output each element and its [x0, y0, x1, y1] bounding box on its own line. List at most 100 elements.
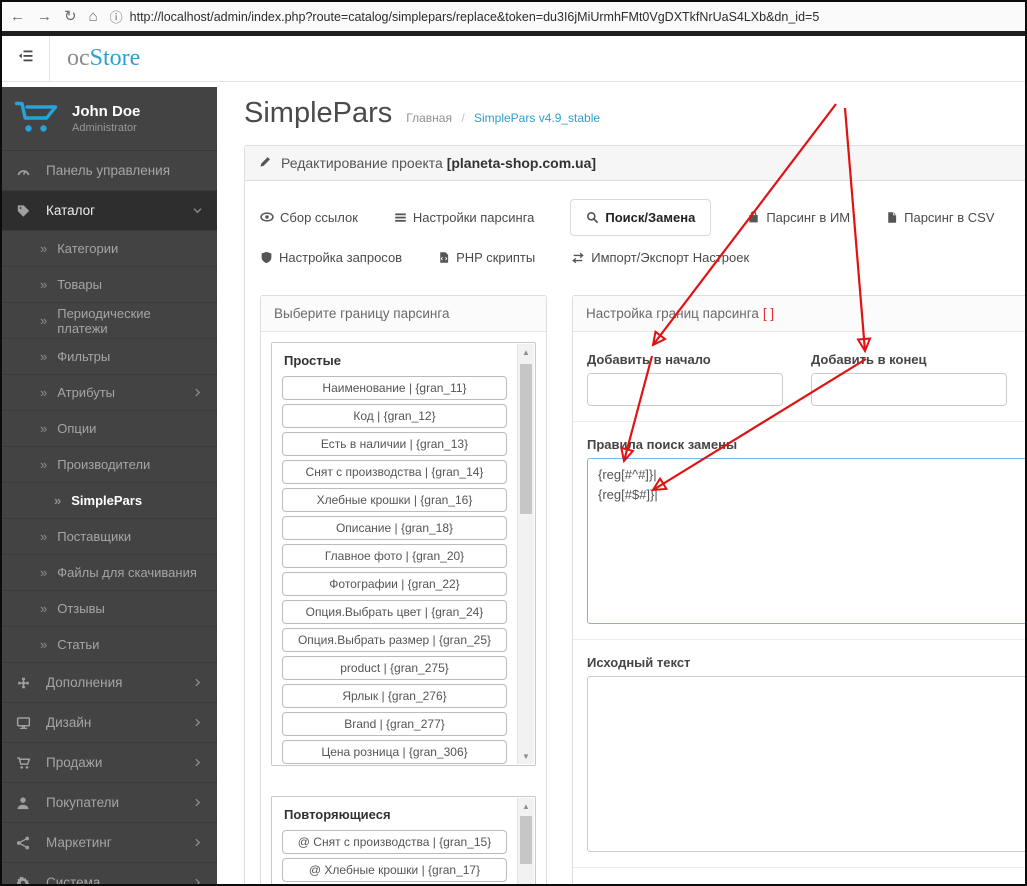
tab-label: Сбор ссылок: [280, 209, 358, 225]
app-window: ← → ↻ ⌂ ⓘ http://localhost/admin/index.p…: [0, 0, 1027, 886]
tab-item[interactable]: Настройка запросов: [260, 250, 402, 265]
dashboard-icon: [16, 164, 35, 178]
sidebar-subitem[interactable]: » Периодические платежи: [2, 303, 217, 339]
sidebar-item[interactable]: Дизайн: [2, 703, 217, 743]
sidebar-subitem-label: Товары: [57, 277, 102, 292]
gran-button[interactable]: Код | {gran_12}: [282, 404, 507, 428]
add-start-input[interactable]: [587, 373, 783, 406]
search-icon: [586, 211, 599, 224]
tab-label: PHP скрипты: [456, 250, 536, 265]
sidebar-item[interactable]: Система: [2, 863, 217, 884]
sidebar-toggle-button[interactable]: [2, 36, 50, 81]
gran-button[interactable]: @ Хлебные крошки | {gran_17}: [282, 858, 507, 882]
cart-icon: [16, 756, 35, 770]
double-angle-icon: »: [40, 529, 48, 544]
gran-button[interactable]: Цена розница | {gran_306}: [282, 740, 507, 764]
sidebar-profile: John Doe Administrator: [2, 87, 217, 151]
sidebar-item[interactable]: Дополнения: [2, 663, 217, 703]
tab-item[interactable]: Настройки парсинга: [394, 210, 534, 225]
tab-item[interactable]: Сбор ссылок: [260, 210, 358, 225]
gran-button[interactable]: Опция.Выбрать цвет | {gran_24}: [282, 600, 507, 624]
reload-icon[interactable]: ↻: [64, 9, 77, 24]
tab-item[interactable]: Парсинг в CSV: [886, 210, 994, 225]
scroll-up-icon[interactable]: ▲: [518, 798, 534, 814]
sidebar-subitem-label: Статьи: [57, 637, 100, 652]
sidebar-subitem-label: Поставщики: [57, 529, 132, 544]
user-icon: [16, 796, 35, 810]
tab-label: Настройка запросов: [279, 250, 403, 265]
gran-button[interactable]: Наименование | {gran_11}: [282, 376, 507, 400]
sidebar-item[interactable]: Продажи: [2, 743, 217, 783]
scrollbar[interactable]: ▲: [517, 798, 534, 884]
brand-store: Store: [89, 45, 141, 71]
double-angle-icon: »: [40, 637, 48, 652]
gran-button[interactable]: Снят с производства | {gran_14}: [282, 460, 507, 484]
info-icon[interactable]: ⓘ: [110, 7, 123, 26]
gran-button[interactable]: Опция.Выбрать размер | {gran_25}: [282, 628, 507, 652]
gran-button[interactable]: product | {gran_275}: [282, 656, 507, 680]
tab-item[interactable]: Парсинг в ИМ: [747, 210, 850, 225]
gran-button[interactable]: Brand | {gran_277}: [282, 712, 507, 736]
gran-button[interactable]: Фотографии | {gran_22}: [282, 572, 507, 596]
sidebar-subitem[interactable]: » SimplePars: [2, 483, 217, 519]
breadcrumb-current-link[interactable]: SimplePars v4.9_stable: [474, 111, 600, 125]
gran-button[interactable]: Главное фото | {gran_20}: [282, 544, 507, 568]
sidebar-subitem[interactable]: » Категории: [2, 231, 217, 267]
sidebar-subitem[interactable]: » Производители: [2, 447, 217, 483]
scrollbar[interactable]: ▲ ▼: [517, 344, 534, 764]
tab-item[interactable]: PHP скрипты: [438, 250, 535, 265]
double-angle-icon: »: [40, 601, 48, 616]
sidebar-item[interactable]: Маркетинг: [2, 823, 217, 863]
sidebar-subitem[interactable]: » Опции: [2, 411, 217, 447]
breadcrumb: Главная / SimplePars v4.9_stable: [406, 111, 600, 125]
gran-button[interactable]: Описание | {gran_18}: [282, 516, 507, 540]
chevron-right-icon: [192, 387, 203, 398]
tab-item[interactable]: Поиск/Замена: [570, 198, 712, 236]
url-text[interactable]: http://localhost/admin/index.php?route=c…: [130, 10, 820, 24]
address-bar[interactable]: ⓘ http://localhost/admin/index.php?route…: [110, 7, 1017, 26]
sidebar-item[interactable]: Каталог: [2, 191, 217, 231]
sidebar-item-label: Покупатели: [46, 795, 120, 810]
scrollbar-thumb[interactable]: [520, 364, 532, 514]
source-textarea[interactable]: [587, 676, 1025, 852]
sidebar-subitem[interactable]: » Товары: [2, 267, 217, 303]
tab-item[interactable]: Импорт/Экспорт Настроек: [571, 250, 749, 265]
scrollbar-thumb[interactable]: [520, 816, 532, 864]
chevron-right-icon: [192, 717, 203, 728]
bars-icon: [394, 211, 407, 224]
gran-button[interactable]: @ Снят с производства | {gran_15}: [282, 830, 507, 854]
sidebar-subitem[interactable]: » Фильтры: [2, 339, 217, 375]
home-icon[interactable]: ⌂: [89, 9, 98, 24]
sidebar-subitem[interactable]: » Атрибуты: [2, 375, 217, 411]
gran-button[interactable]: Хлебные крошки | {gran_16}: [282, 488, 507, 512]
share-icon: [16, 836, 35, 850]
double-angle-icon: »: [40, 421, 48, 436]
divider: [573, 421, 1025, 422]
page-title: SimplePars: [244, 97, 393, 129]
brand-logo[interactable]: oc Store: [67, 36, 140, 81]
sidebar-item[interactable]: Панель управления: [2, 151, 217, 191]
sidebar-item-label: Дизайн: [46, 715, 92, 730]
divider: [573, 639, 1025, 640]
breadcrumb-home[interactable]: Главная: [406, 111, 452, 125]
sidebar-item[interactable]: Покупатели: [2, 783, 217, 823]
sidebar-item-label: Продажи: [46, 755, 103, 770]
sidebar-subitem[interactable]: » Статьи: [2, 627, 217, 663]
title-badge[interactable]: [ ]: [763, 306, 774, 321]
chevron-right-icon: [192, 837, 203, 848]
file-code-icon: [438, 251, 450, 264]
scroll-down-icon[interactable]: ▼: [518, 748, 534, 764]
rules-textarea[interactable]: {reg[#^#]}| {reg[#$#]}|: [587, 458, 1025, 624]
add-end-input[interactable]: [811, 373, 1007, 406]
forward-icon[interactable]: →: [37, 9, 52, 24]
sidebar-subitem[interactable]: » Поставщики: [2, 519, 217, 555]
back-icon[interactable]: ←: [10, 9, 25, 24]
chevron-right-icon: [192, 757, 203, 768]
gran-button[interactable]: Ярлык | {gran_276}: [282, 684, 507, 708]
sidebar-subitem[interactable]: » Файлы для скачивания: [2, 555, 217, 591]
group-heading-simple: Простые: [284, 353, 341, 368]
sidebar-subitem-label: Опции: [57, 421, 97, 436]
sidebar-subitem[interactable]: » Отзывы: [2, 591, 217, 627]
scroll-up-icon[interactable]: ▲: [518, 344, 534, 360]
gran-button[interactable]: Есть в наличии | {gran_13}: [282, 432, 507, 456]
